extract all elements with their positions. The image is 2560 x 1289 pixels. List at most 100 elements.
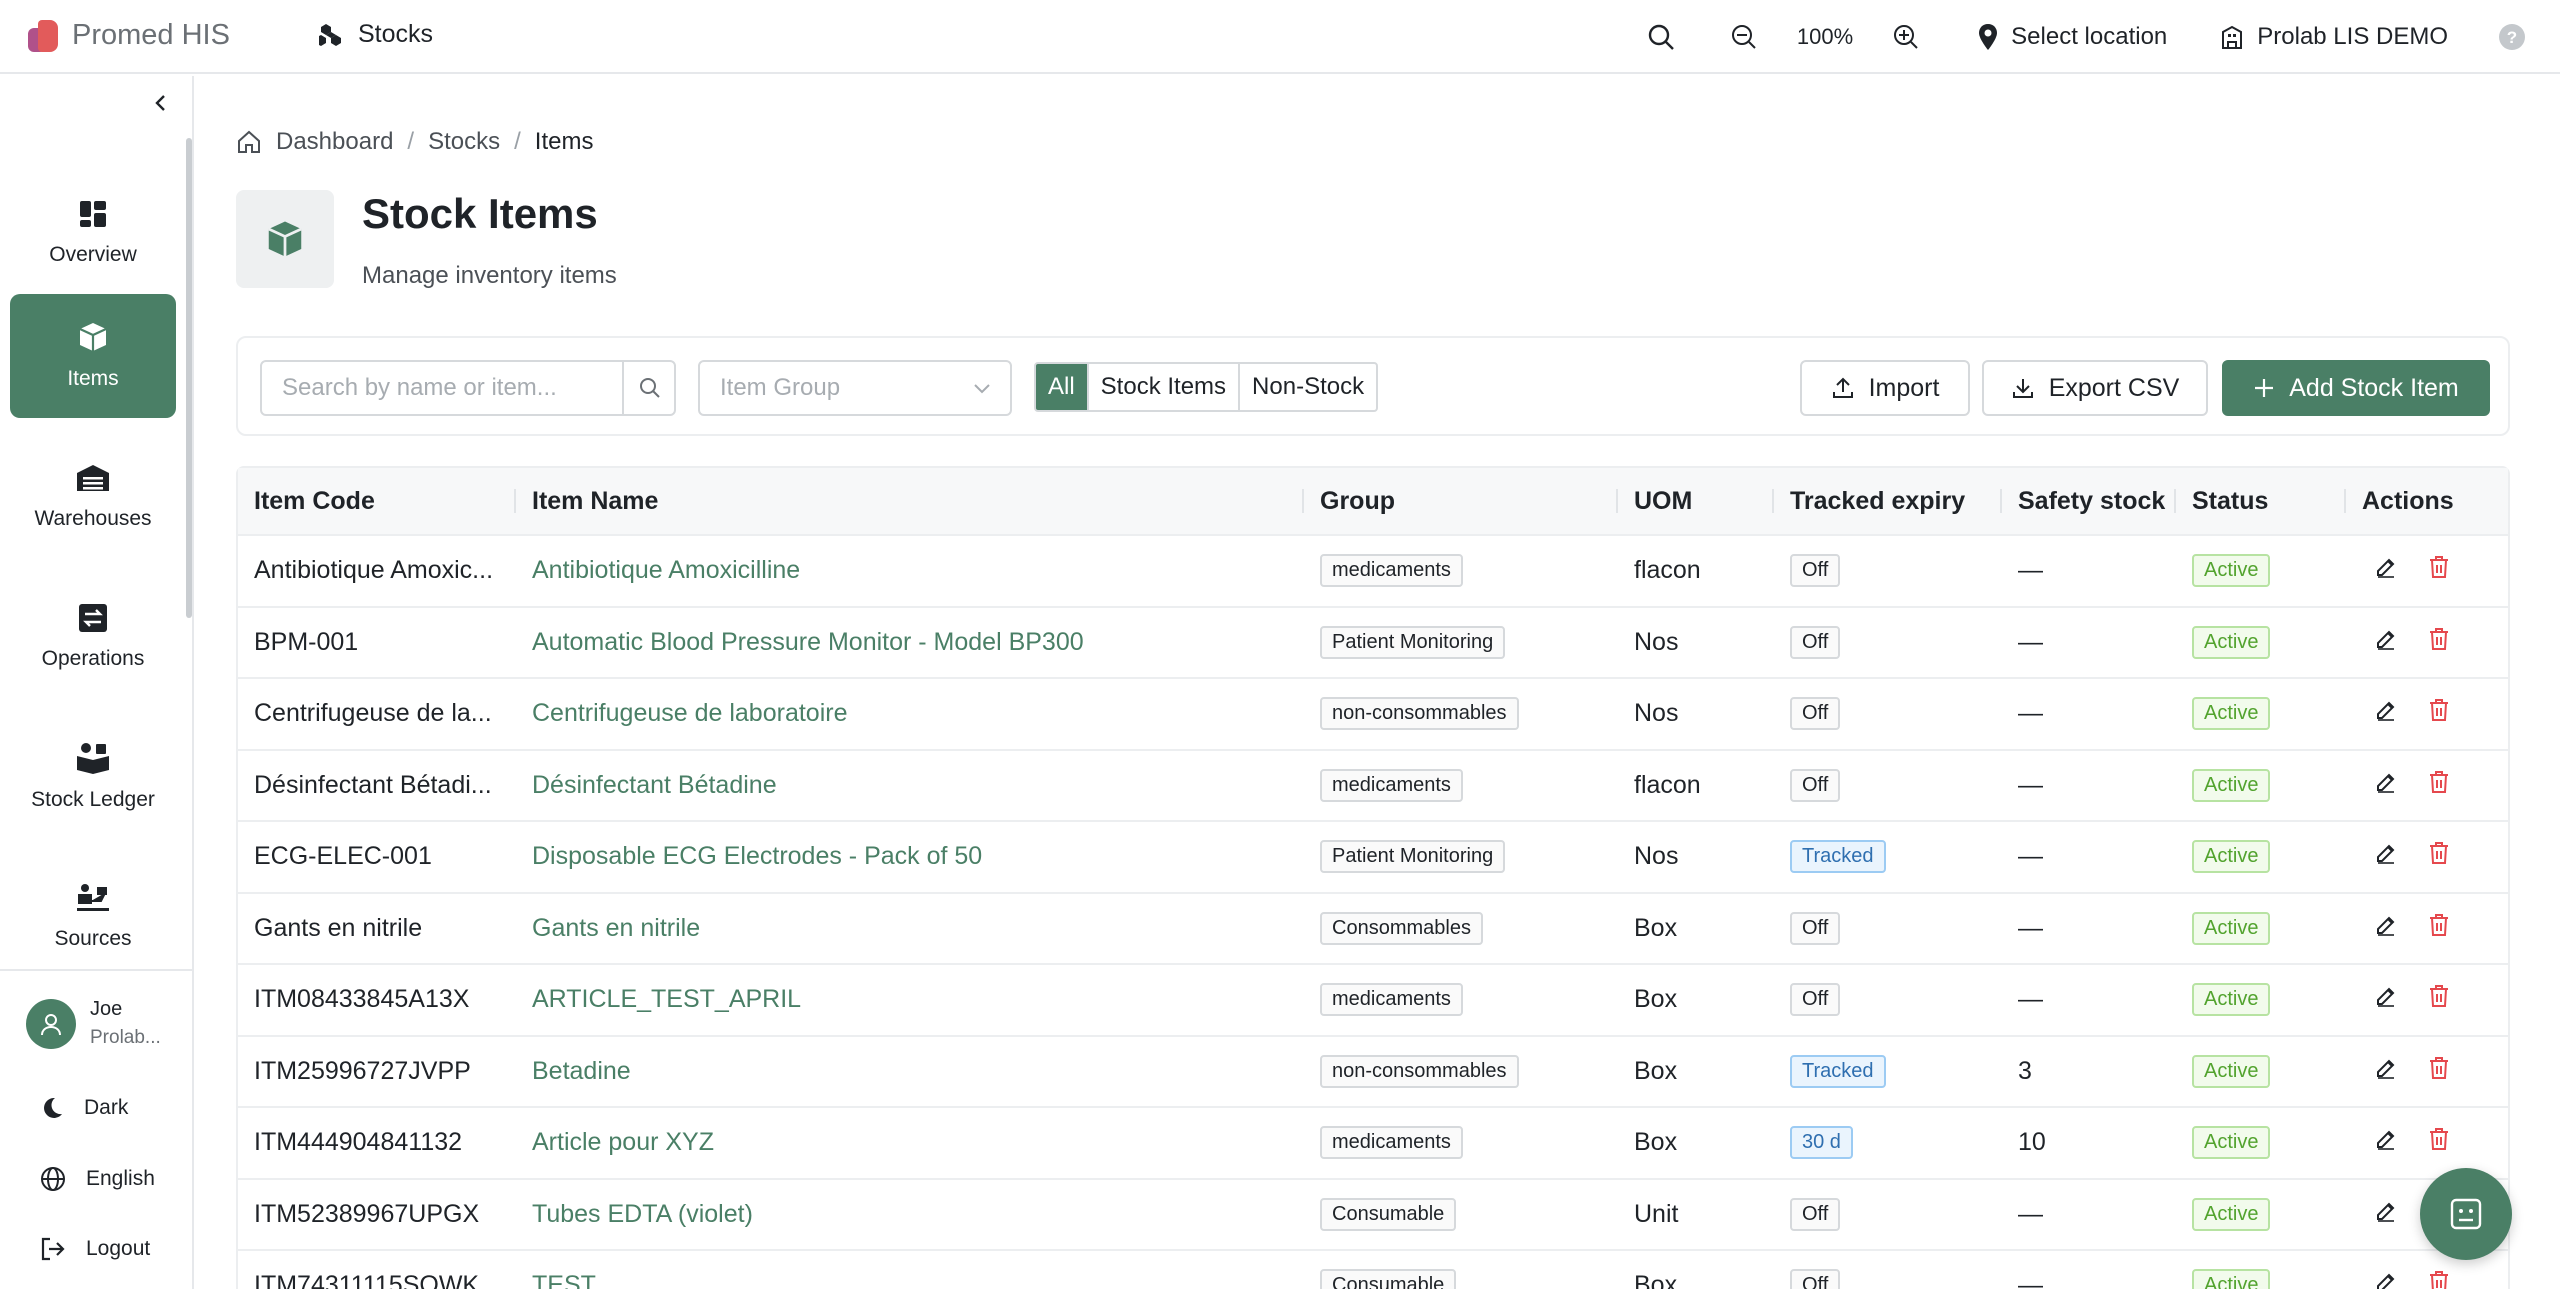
edit-icon[interactable] bbox=[2374, 1056, 2398, 1087]
sidebar-scrollbar[interactable] bbox=[186, 138, 192, 618]
edit-icon[interactable] bbox=[2374, 1127, 2398, 1158]
status-badge: Active bbox=[2192, 840, 2271, 874]
item-name-link[interactable]: Gants en nitrile bbox=[516, 914, 1304, 943]
table-row[interactable]: ECG-ELEC-001 Disposable ECG Electrodes - … bbox=[238, 822, 2508, 894]
item-name-link[interactable]: ARTICLE_TEST_APRIL bbox=[516, 985, 1304, 1014]
item-name-link[interactable]: Disposable ECG Electrodes - Pack of 50 bbox=[516, 842, 1304, 871]
header-item-code[interactable]: Item Code bbox=[238, 467, 516, 535]
expiry-cell: Tracked bbox=[1774, 840, 2002, 874]
item-code: ITM08433845A13X bbox=[254, 985, 470, 1014]
header-item-name[interactable]: Item Name bbox=[516, 467, 1304, 535]
location-selector[interactable]: Select location bbox=[1977, 23, 2167, 51]
item-name-link[interactable]: Betadine bbox=[516, 1057, 1304, 1086]
cubes-icon bbox=[319, 23, 341, 46]
table-row[interactable]: ITM25996727JVPP Betadine non-consommables B… bbox=[238, 1037, 2508, 1108]
logout-button[interactable]: Logout bbox=[40, 1236, 150, 1262]
table-row[interactable]: ITM08433845A13X ARTICLE_TEST_APRIL medicam… bbox=[238, 965, 2508, 1037]
table-row[interactable]: BPM-001 Automatic Blood Pressure Monitor … bbox=[238, 608, 2508, 679]
delete-icon[interactable] bbox=[2428, 1056, 2450, 1087]
assistant-button[interactable] bbox=[2420, 1168, 2512, 1260]
add-stock-item-button[interactable]: Add Stock Item bbox=[2222, 360, 2490, 416]
table-row[interactable]: Centrifugeuse de la... Centrifugeuse de l… bbox=[238, 679, 2508, 751]
expiry-cell: Off bbox=[1774, 554, 2002, 588]
search-button[interactable] bbox=[1647, 23, 1675, 51]
item-name-link[interactable]: Automatic Blood Pressure Monitor - Model… bbox=[516, 628, 1304, 657]
actions-cell bbox=[2346, 627, 2508, 658]
table-row[interactable]: ITM52389967UPGX Tubes EDTA (violet) Consum… bbox=[238, 1180, 2508, 1251]
delete-icon[interactable] bbox=[2428, 555, 2450, 586]
sidebar-item-sources[interactable]: Sources bbox=[10, 854, 176, 980]
header-safety-stock[interactable]: Safety stock bbox=[2002, 467, 2176, 535]
header-group[interactable]: Group bbox=[1304, 467, 1618, 535]
edit-icon[interactable] bbox=[2374, 913, 2398, 944]
search-input[interactable] bbox=[262, 362, 622, 414]
delete-icon[interactable] bbox=[2428, 770, 2450, 801]
table-row[interactable]: Antibiotique Amoxic... Antibiotique Amoxi… bbox=[238, 536, 2508, 608]
language-selector[interactable]: English bbox=[40, 1166, 155, 1192]
actions-cell bbox=[2346, 1056, 2508, 1087]
edit-icon[interactable] bbox=[2374, 698, 2398, 729]
edit-icon[interactable] bbox=[2374, 841, 2398, 872]
filter-all[interactable]: All bbox=[1036, 364, 1089, 410]
theme-label: Dark bbox=[84, 1096, 129, 1119]
sidebar-item-overview[interactable]: Overview bbox=[10, 170, 176, 296]
item-name-link[interactable]: Centrifugeuse de laboratoire bbox=[516, 699, 1304, 728]
delete-icon[interactable] bbox=[2428, 913, 2450, 944]
safety-stock-cell: — bbox=[2018, 985, 2043, 1014]
item-name-link[interactable]: Désinfectant Bétadine bbox=[516, 771, 1304, 800]
header-tracked-expiry[interactable]: Tracked expiry bbox=[1774, 467, 2002, 535]
breadcrumb-stocks[interactable]: Stocks bbox=[428, 128, 500, 156]
brand[interactable]: Promed HIS bbox=[28, 18, 230, 52]
module-selector[interactable]: Stocks bbox=[318, 20, 433, 49]
sidebar-item-warehouses[interactable]: Warehouses bbox=[10, 434, 176, 560]
edit-icon[interactable] bbox=[2374, 1199, 2398, 1230]
header-actions: Actions bbox=[2362, 486, 2454, 515]
item-name-link[interactable]: Tubes EDTA (violet) bbox=[516, 1200, 1304, 1229]
table-row[interactable]: Désinfectant Bétadi... Désinfectant Bétad… bbox=[238, 751, 2508, 822]
page-icon bbox=[236, 190, 334, 288]
table-row[interactable]: ITM444904841132 Article pour XYZ medicamen… bbox=[238, 1108, 2508, 1180]
filter-non-stock[interactable]: Non-Stock bbox=[1240, 364, 1376, 410]
expiry-tag: Tracked bbox=[1790, 840, 1886, 874]
edit-icon[interactable] bbox=[2374, 627, 2398, 658]
item-code: BPM-001 bbox=[254, 627, 359, 656]
sidebar-item-stock-ledger[interactable]: Stock Ledger bbox=[10, 714, 176, 840]
delete-icon[interactable] bbox=[2428, 841, 2450, 872]
edit-icon[interactable] bbox=[2374, 555, 2398, 586]
header-status[interactable]: Status bbox=[2176, 467, 2346, 535]
item-name-link[interactable]: TEST bbox=[516, 1271, 1304, 1289]
theme-toggle[interactable]: Dark bbox=[40, 1096, 128, 1120]
search-submit-button[interactable] bbox=[622, 362, 676, 414]
item-code: ITM444904841132 bbox=[254, 1128, 463, 1157]
edit-icon[interactable] bbox=[2374, 984, 2398, 1015]
delete-icon[interactable] bbox=[2428, 698, 2450, 729]
export-csv-button[interactable]: Export CSV bbox=[1982, 360, 2208, 416]
collapse-sidebar-icon[interactable] bbox=[150, 92, 172, 114]
edit-icon[interactable] bbox=[2374, 770, 2398, 801]
zoom-in-button[interactable] bbox=[1893, 24, 1919, 50]
help-button[interactable]: ? bbox=[2498, 23, 2526, 51]
delete-icon[interactable] bbox=[2428, 1127, 2450, 1158]
item-name-link[interactable]: Article pour XYZ bbox=[516, 1128, 1304, 1157]
table-row[interactable]: Gants en nitrile Gants en nitrile Consomma… bbox=[238, 894, 2508, 965]
delete-icon[interactable] bbox=[2428, 627, 2450, 658]
org-selector[interactable]: Prolab LIS DEMO bbox=[2219, 23, 2448, 51]
item-group-select[interactable]: Item Group bbox=[698, 360, 1012, 416]
item-code: ECG-ELEC-001 bbox=[254, 842, 432, 871]
table-row[interactable]: ITM74311115SOWK TEST Consumable Box Off — Acti… bbox=[238, 1251, 2508, 1289]
user-profile[interactable]: Joe Prolab... bbox=[26, 998, 161, 1049]
header-uom[interactable]: UOM bbox=[1618, 467, 1774, 535]
delete-icon[interactable] bbox=[2428, 1270, 2450, 1289]
group-cell: Consumable bbox=[1304, 1197, 1618, 1231]
edit-icon[interactable] bbox=[2374, 1270, 2398, 1289]
import-button[interactable]: Import bbox=[1800, 360, 1970, 416]
item-name-link[interactable]: Antibiotique Amoxicilline bbox=[516, 556, 1304, 585]
uom-cell: Nos bbox=[1634, 842, 1679, 871]
sidebar-item-items[interactable]: Items bbox=[10, 294, 176, 418]
zoom-out-button[interactable] bbox=[1731, 24, 1757, 50]
status-badge: Active bbox=[2192, 768, 2271, 802]
delete-icon[interactable] bbox=[2428, 984, 2450, 1015]
sidebar-item-operations[interactable]: Operations bbox=[10, 574, 176, 700]
breadcrumb-dashboard[interactable]: Dashboard bbox=[276, 128, 393, 156]
filter-stock-items[interactable]: Stock Items bbox=[1089, 364, 1241, 410]
